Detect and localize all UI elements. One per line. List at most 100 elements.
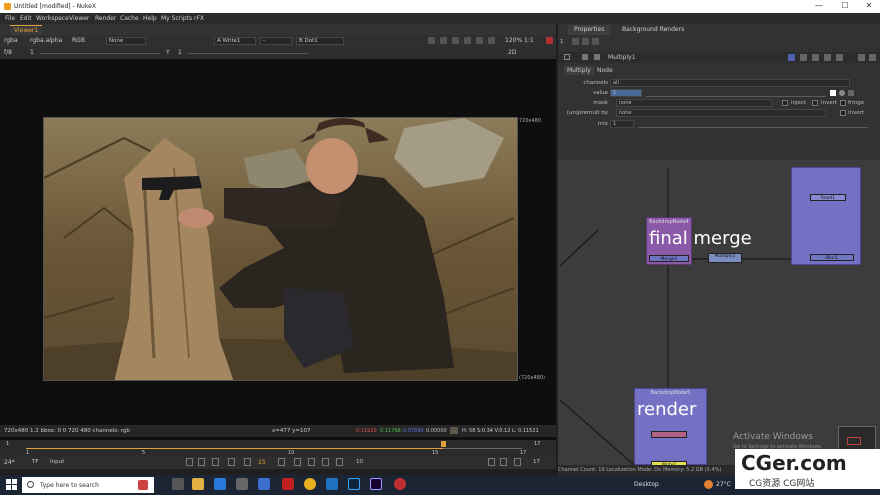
max-panels-field[interactable]: 1 — [560, 39, 564, 45]
close-button[interactable]: ✕ — [862, 1, 876, 10]
app2-taskbar-icon[interactable] — [236, 478, 248, 490]
menu-my-scripts[interactable]: My Scripts — [161, 15, 192, 22]
stop-render-icon[interactable] — [546, 37, 553, 44]
alpha-select[interactable]: rgba.alpha — [30, 37, 62, 44]
maximize-button[interactable]: ☐ — [838, 1, 852, 10]
float-icon[interactable] — [812, 54, 819, 61]
prev-frame-button[interactable] — [228, 458, 235, 466]
playhead-marker[interactable] — [440, 441, 446, 447]
play-forward-button[interactable] — [278, 458, 285, 466]
end-frame-field[interactable]: 17 — [533, 459, 540, 465]
next-frame-button[interactable] — [294, 458, 301, 466]
mask-invert-checkbox[interactable] — [812, 100, 818, 106]
backdrop-render[interactable]: BackdropNode5 render Write1 — [634, 388, 707, 468]
gamma-slider[interactable] — [188, 53, 308, 54]
node-name-field[interactable]: Multiply1 — [608, 54, 636, 61]
app3-taskbar-icon[interactable] — [282, 478, 294, 490]
menu-viewer[interactable]: Viewer — [69, 15, 89, 22]
step-field[interactable]: 10 — [356, 459, 363, 465]
gain-slider[interactable] — [40, 53, 160, 54]
node-multiply[interactable]: Multiply1 — [708, 253, 742, 263]
photoshop-icon[interactable] — [348, 478, 360, 490]
mix-field[interactable]: 1 — [610, 120, 634, 128]
backdrop-final-merge[interactable]: BackdropNode4 final merge Merge1 — [646, 217, 752, 265]
play-back-button[interactable] — [244, 458, 251, 466]
channels-select-field[interactable]: all — [610, 79, 850, 87]
mix-slider[interactable] — [638, 120, 868, 128]
snapshot-icon[interactable] — [452, 37, 459, 44]
input-a-select[interactable]: A Write1 — [214, 37, 256, 45]
desktop-toolbar[interactable]: Desktop — [634, 481, 659, 488]
current-frame-field[interactable]: 15 — [258, 459, 266, 466]
node-blur[interactable]: Blur1 — [810, 254, 854, 261]
tab-properties[interactable]: Properties — [568, 25, 611, 35]
roi-icon[interactable] — [428, 37, 435, 44]
menu-render[interactable]: Render — [95, 15, 116, 22]
app5-taskbar-icon[interactable] — [394, 478, 406, 490]
in-point-button[interactable] — [488, 458, 495, 466]
node-merge[interactable]: Merge1 — [649, 255, 689, 262]
premiere-icon[interactable] — [370, 478, 382, 490]
pencil-icon[interactable] — [592, 38, 599, 45]
lock-icon[interactable] — [582, 38, 589, 45]
taskbar-search[interactable]: Type here to search — [22, 477, 154, 493]
menu-help[interactable]: Help — [143, 15, 157, 22]
chrome-icon[interactable] — [304, 478, 316, 490]
channel-split-icon[interactable] — [848, 90, 854, 96]
node-write-input[interactable] — [651, 431, 687, 438]
clip-warning-icon[interactable] — [440, 37, 447, 44]
minimap-viewport[interactable] — [847, 437, 861, 445]
collapse-icon[interactable] — [564, 54, 570, 60]
input-op-select[interactable]: - — [260, 37, 292, 45]
loop-button[interactable] — [336, 458, 343, 466]
node-color-icon[interactable] — [788, 54, 795, 61]
tab-background-renders[interactable]: Background Renders — [616, 25, 690, 35]
menu-file[interactable]: File — [5, 15, 15, 22]
fstop-field[interactable]: 1 — [30, 49, 34, 56]
first-frame-button[interactable] — [186, 458, 193, 466]
lut-select[interactable]: None — [106, 37, 146, 45]
menu-workspace[interactable]: Workspace — [36, 15, 69, 22]
ratio-select[interactable]: 1:1 — [524, 37, 534, 44]
undo-icon[interactable] — [824, 54, 831, 61]
fps-select[interactable]: 24* — [4, 459, 15, 466]
app-taskbar-icon[interactable] — [214, 478, 226, 490]
monitor-icon[interactable] — [464, 37, 471, 44]
fringe-checkbox[interactable] — [840, 100, 846, 106]
input-select[interactable]: Input — [50, 459, 64, 465]
premult-invert-checkbox[interactable] — [840, 110, 846, 116]
input-b-select[interactable]: B Dot1 — [296, 37, 344, 45]
next-keyframe-button[interactable] — [308, 458, 315, 466]
pause-icon[interactable] — [476, 37, 483, 44]
timeline[interactable]: 1 5 10 15 17 1 17 — [0, 440, 556, 457]
menu-edit[interactable]: Edit — [20, 15, 32, 22]
revert-icon[interactable] — [800, 54, 807, 61]
inject-checkbox[interactable] — [782, 100, 788, 106]
backdrop-read[interactable]: Read1 Blur1 — [791, 167, 861, 265]
close-panel-icon[interactable] — [869, 54, 876, 61]
clear-panels-icon[interactable] — [572, 38, 579, 45]
task-view-icon[interactable] — [172, 478, 184, 490]
color-picker-icon[interactable] — [830, 90, 836, 96]
node-read[interactable]: Read1 — [810, 194, 846, 201]
minimize-button[interactable]: — — [812, 1, 826, 10]
maximize-icon[interactable] — [858, 54, 865, 61]
windows-start-icon[interactable] — [6, 479, 17, 490]
value-field[interactable]: 1 — [610, 89, 642, 97]
tab-viewer1[interactable]: Viewer1 — [10, 25, 43, 35]
prev-keyframe-button[interactable] — [198, 458, 205, 466]
nuke-taskbar-icon[interactable] — [192, 478, 204, 490]
premult-select[interactable]: none — [616, 109, 826, 117]
tf-select[interactable]: TF — [32, 459, 39, 465]
view-mode-select[interactable]: 2D — [508, 49, 516, 56]
display-select[interactable]: RGB — [72, 37, 85, 44]
app4-taskbar-icon[interactable] — [326, 478, 338, 490]
explorer-icon[interactable] — [258, 478, 270, 490]
channels-select[interactable]: rgba — [4, 37, 18, 44]
subtab-multiply[interactable]: Multiply — [564, 66, 594, 75]
weather-icon[interactable] — [704, 480, 713, 489]
color-node-icon[interactable] — [594, 54, 600, 60]
zoom-select[interactable]: 120% — [505, 37, 522, 44]
refresh-icon[interactable] — [488, 37, 495, 44]
gamma-field[interactable]: 1 — [178, 49, 182, 56]
